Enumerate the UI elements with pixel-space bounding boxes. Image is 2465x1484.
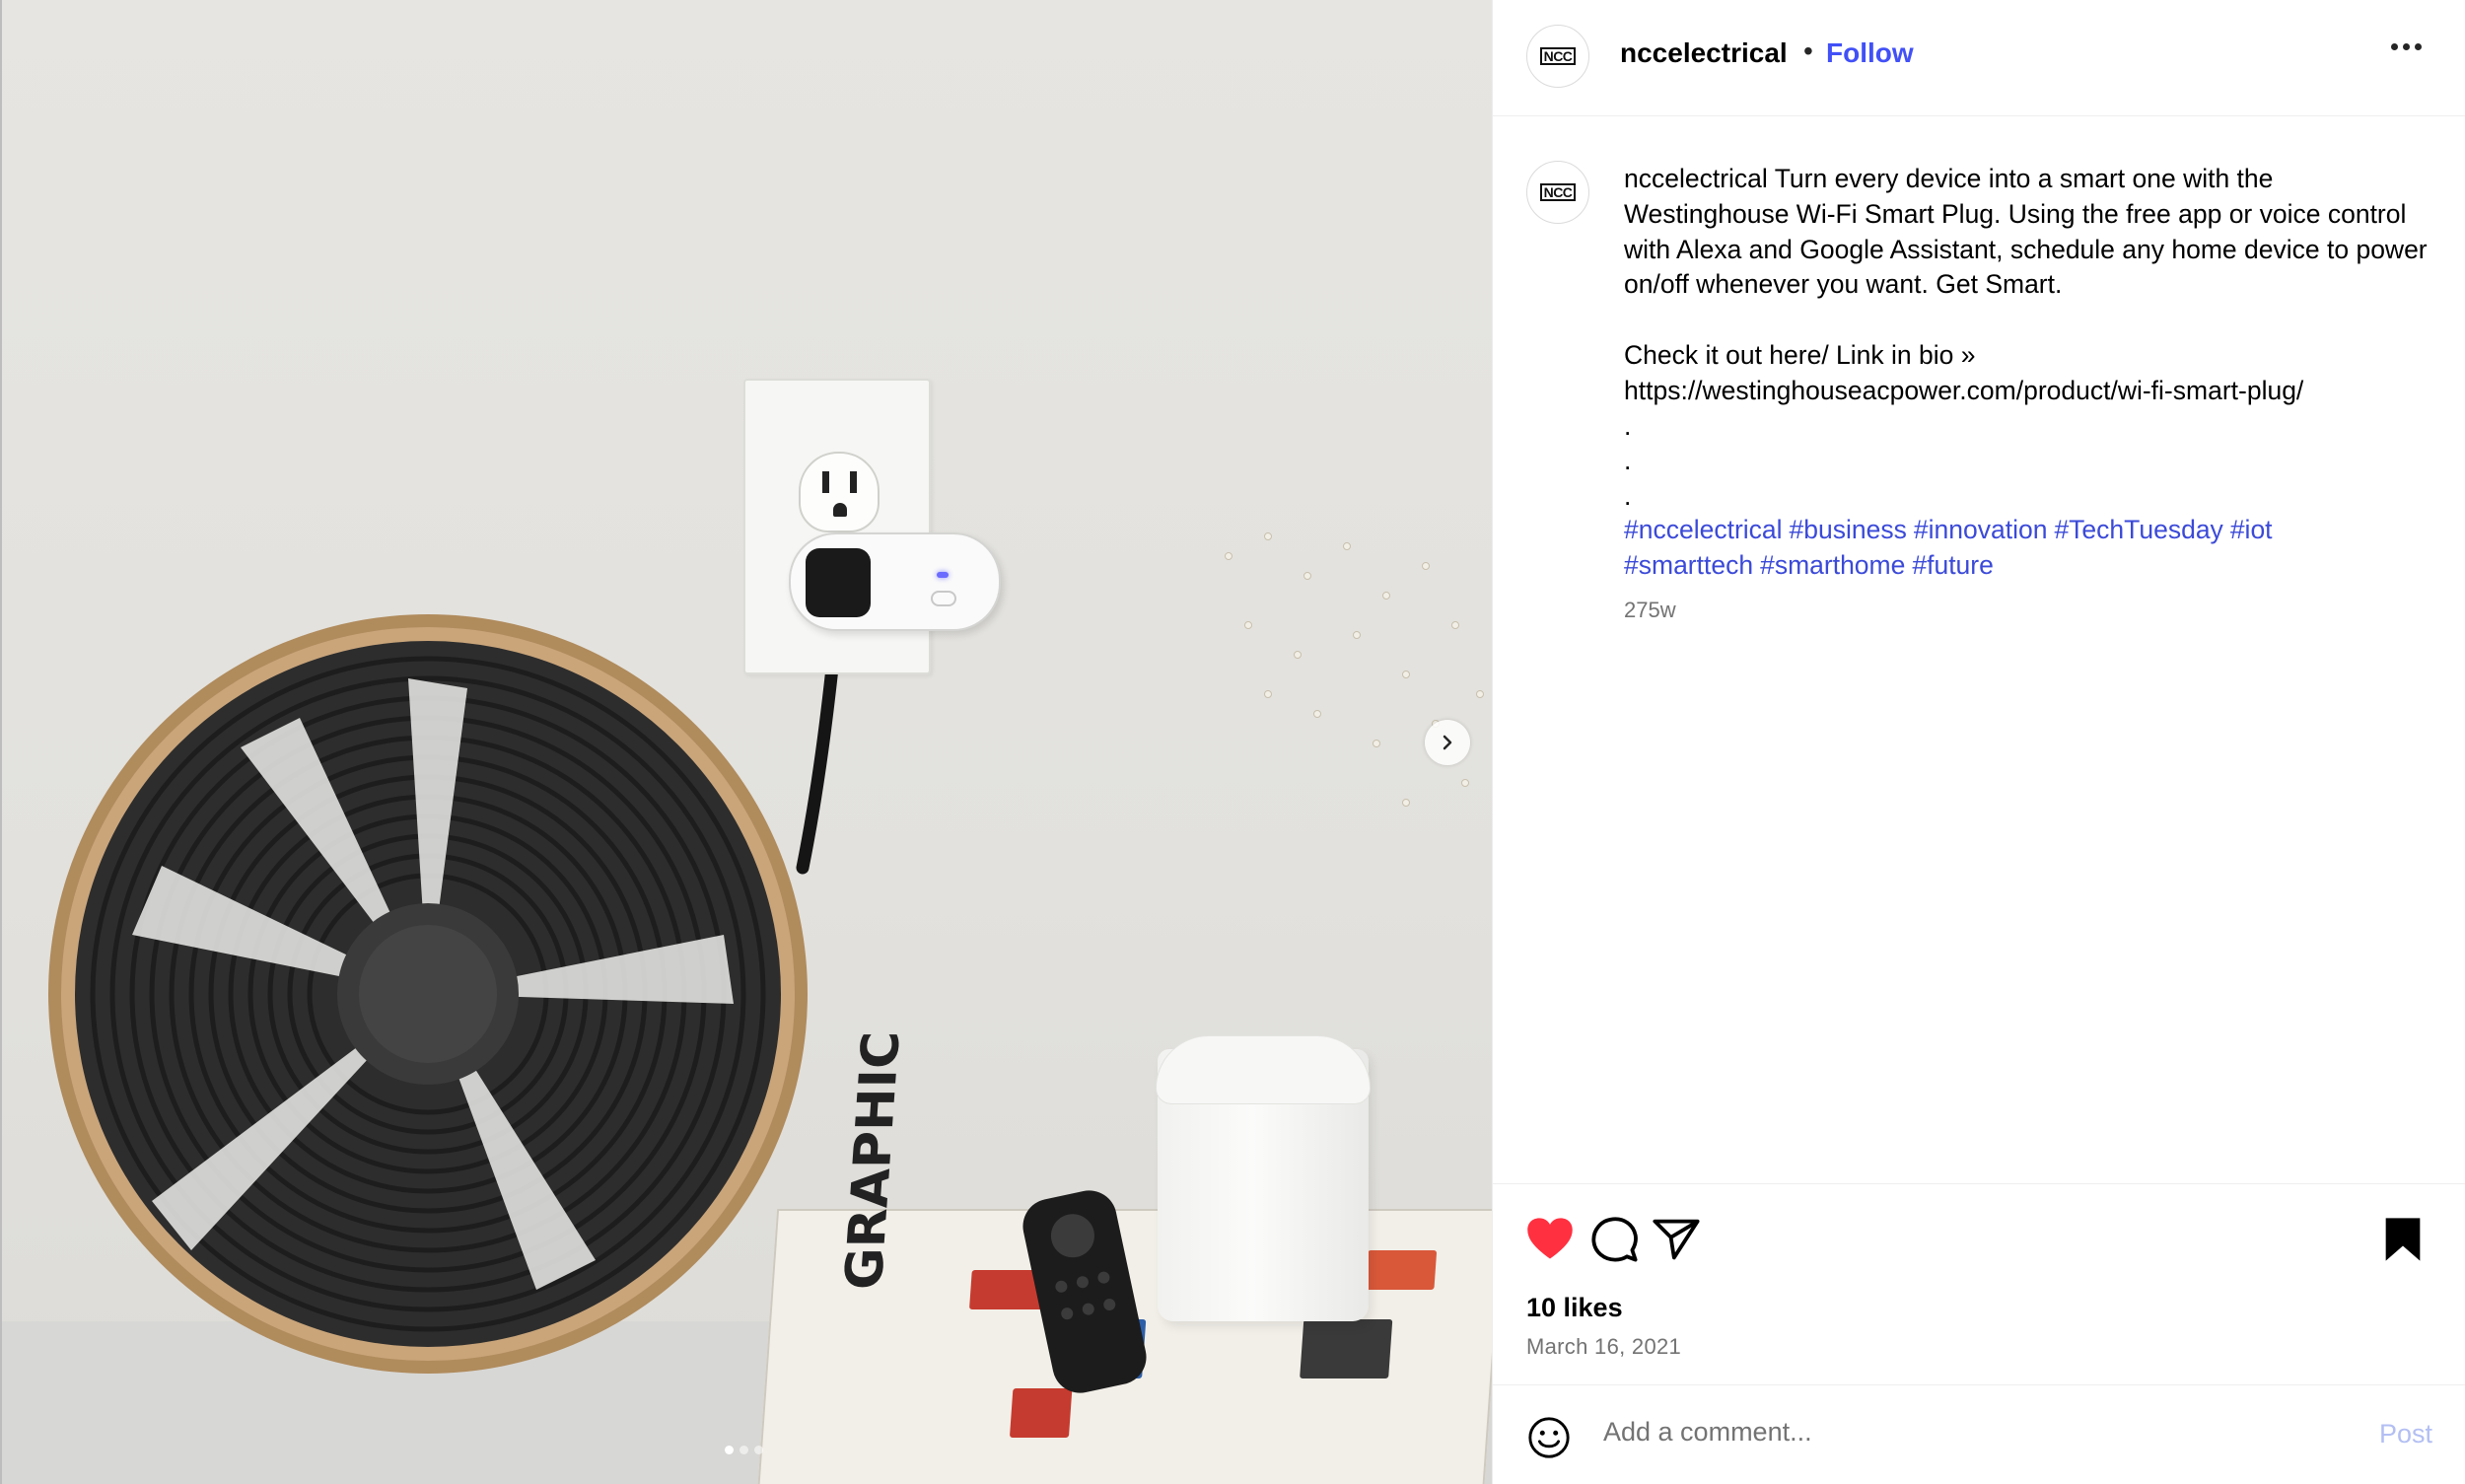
comment-bar: Post xyxy=(1493,1384,2465,1484)
post-comment-button[interactable]: Post xyxy=(2379,1419,2432,1449)
post-caption: nccelectrical Turn every device into a s… xyxy=(1624,162,2442,515)
hashtag-list: #nccelectrical #business #innovation #TechT… xyxy=(1624,513,2442,584)
comment-input[interactable] xyxy=(1603,1417,2353,1448)
action-bar: 10 likes March 16, 2021 xyxy=(1493,1183,2465,1384)
hashtag-link[interactable]: #business xyxy=(1790,515,1907,544)
chevron-right-icon xyxy=(1443,735,1452,750)
post-date: March 16, 2021 xyxy=(1526,1334,1682,1359)
post-age[interactable]: 275w xyxy=(1624,598,1676,623)
comment-bubble-icon[interactable] xyxy=(1588,1214,1640,1265)
separator-dot: • xyxy=(1803,35,1813,66)
caption-username[interactable]: nccelectrical xyxy=(1624,164,1768,193)
hashtag-link[interactable]: #TechTuesday xyxy=(2054,515,2222,544)
hashtag-link[interactable]: #nccelectrical xyxy=(1624,515,1783,544)
post-panel: NCC nccelectrical • Follow NCC nccelectr… xyxy=(1492,0,2465,1484)
post-photo[interactable]: GRAPHIC xyxy=(0,0,1492,1484)
post-header: NCC nccelectrical • Follow xyxy=(1493,0,2465,116)
carousel-dot xyxy=(725,1446,734,1454)
dried-flowers xyxy=(1205,513,1492,828)
follow-button[interactable]: Follow xyxy=(1826,37,1914,69)
carousel-indicator xyxy=(725,1446,763,1454)
hashtag-link[interactable]: #future xyxy=(1912,550,1994,580)
cup-lid xyxy=(1156,1035,1371,1104)
desk-fan xyxy=(48,614,808,1374)
plug-led xyxy=(937,572,949,578)
plug-head xyxy=(806,548,871,617)
carousel-dot xyxy=(754,1446,763,1454)
hashtag-link[interactable]: #smarthome xyxy=(1760,550,1905,580)
caption-avatar[interactable]: NCC xyxy=(1526,161,1589,224)
hashtag-link[interactable]: #smarttech xyxy=(1624,550,1753,580)
outlet-socket xyxy=(799,452,880,532)
carousel-next-button[interactable] xyxy=(1425,720,1470,765)
plug-button xyxy=(931,591,956,606)
emoji-smiley-icon[interactable] xyxy=(1526,1415,1572,1460)
caption-text: Turn every device into a smart one with … xyxy=(1624,164,2428,512)
ncc-logo: NCC xyxy=(1539,183,1577,201)
bookmark-icon[interactable] xyxy=(2377,1214,2429,1265)
carousel-dot xyxy=(740,1446,748,1454)
paper-plane-icon[interactable] xyxy=(1651,1214,1702,1265)
avatar[interactable]: NCC xyxy=(1526,25,1589,88)
white-cup xyxy=(1156,1035,1371,1321)
ncc-logo: NCC xyxy=(1539,47,1577,65)
hashtag-link[interactable]: #iot xyxy=(2230,515,2273,544)
heart-icon[interactable] xyxy=(1524,1214,1576,1265)
hashtag-link[interactable]: #innovation xyxy=(1914,515,2048,544)
username-link[interactable]: nccelectrical xyxy=(1620,37,1788,69)
likes-count[interactable]: 10 likes xyxy=(1526,1293,1623,1323)
more-options-icon[interactable] xyxy=(2391,43,2422,50)
